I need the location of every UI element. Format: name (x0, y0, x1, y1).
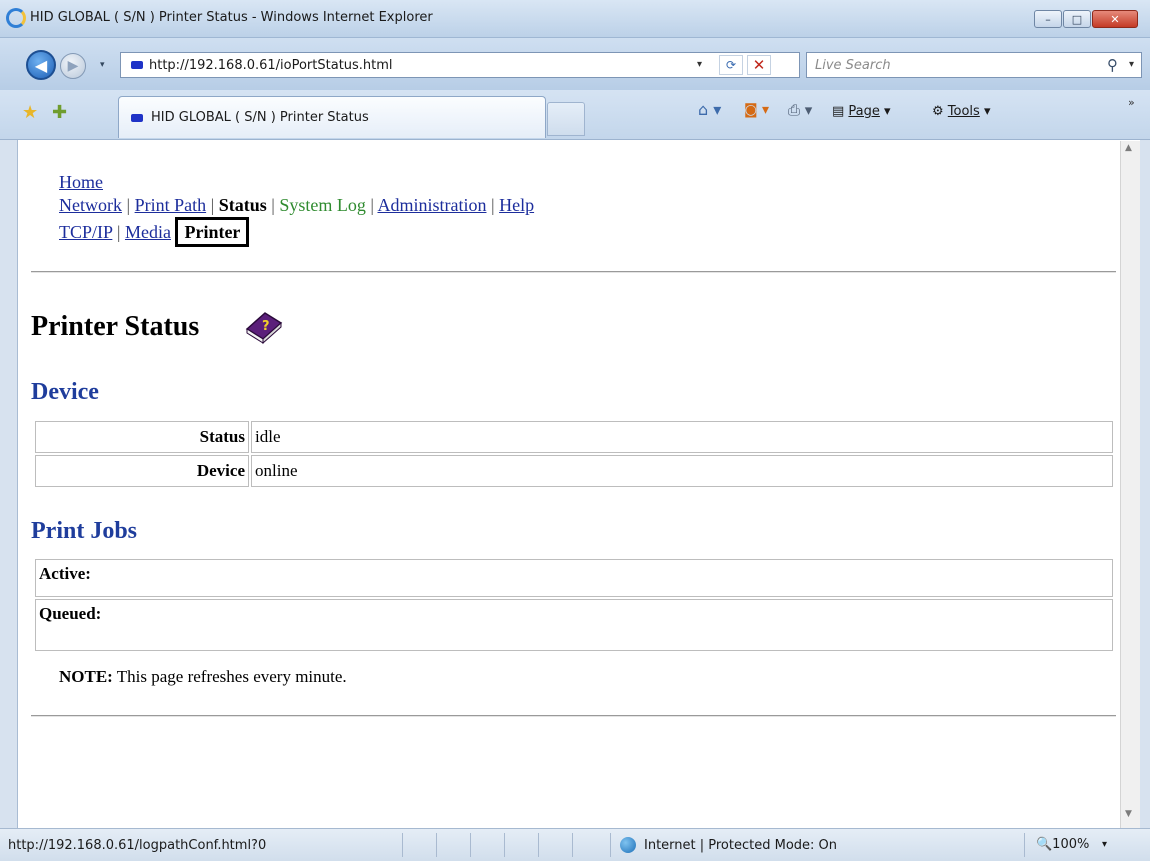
recent-pages-dropdown[interactable]: ▾ (100, 60, 105, 70)
tab-printer-status[interactable]: HID GLOBAL ( S/N ) Printer Status (118, 96, 546, 138)
page-navigation: Home Network | Print Path | Status | Sys… (59, 171, 534, 247)
jobs-active-label: Active: (35, 559, 1113, 597)
forward-button[interactable]: ▶ (60, 53, 86, 79)
refresh-button[interactable]: ⟳ (719, 55, 743, 75)
page-menu[interactable]: ▤ Page ▾ (832, 104, 891, 119)
note-text: This page refreshes every minute. (112, 667, 347, 686)
scroll-down-icon[interactable]: ▼ (1125, 809, 1132, 819)
maximize-button[interactable]: □ (1063, 10, 1091, 28)
status-bar: http://192.168.0.61/logpathConf.html?0 I… (0, 828, 1150, 861)
nav-separator: | (116, 222, 121, 242)
link-network[interactable]: Network (59, 195, 122, 215)
page-title: Printer Status (31, 311, 200, 342)
link-media[interactable]: Media (125, 222, 171, 242)
tab-label: HID GLOBAL ( S/N ) Printer Status (151, 110, 369, 125)
status-pane-divider (436, 833, 437, 857)
print-icon[interactable]: ⎙ ▾ (788, 101, 812, 119)
device-status-value: idle (251, 421, 1113, 453)
tools-menu-caret: ▾ (979, 104, 991, 119)
window-frame-right (1140, 140, 1150, 828)
close-button[interactable]: ✕ (1092, 10, 1138, 28)
feeds-icon[interactable]: ◙ ▾ (744, 102, 769, 118)
page-favicon-icon (131, 61, 143, 69)
nav-separator: | (210, 195, 215, 215)
new-tab-button[interactable] (547, 102, 585, 136)
link-help[interactable]: Help (499, 195, 534, 215)
status-pane-divider (610, 833, 611, 857)
window-frame-left (0, 140, 18, 828)
search-options-dropdown-icon[interactable]: ▾ (1129, 59, 1134, 70)
status-url: http://192.168.0.61/logpathConf.html?0 (8, 838, 267, 853)
window-title-bar: HID GLOBAL ( S/N ) Printer Status - Wind… (0, 0, 1150, 38)
nav-separator: | (271, 195, 275, 215)
address-url[interactable]: http://192.168.0.61/ioPortStatus.html (149, 58, 393, 73)
divider-bottom (31, 715, 1116, 717)
add-favorites-icon[interactable]: ✚ (52, 102, 67, 123)
page-menu-caret: ▾ (879, 104, 891, 119)
status-pane-divider (538, 833, 539, 857)
page-menu-icon: ▤ (832, 104, 849, 119)
link-home[interactable]: Home (59, 172, 103, 192)
table-row: Active: (35, 559, 1113, 597)
search-icon[interactable]: ⚲ (1107, 56, 1118, 74)
home-icon[interactable]: ⌂ ▾ (698, 100, 721, 119)
link-administration[interactable]: Administration (377, 195, 486, 215)
gear-icon: ⚙ (932, 104, 948, 119)
search-input[interactable]: Live Search (815, 58, 891, 73)
tab-bar: ★ ✚ HID GLOBAL ( S/N ) Printer Status ⌂ … (0, 90, 1150, 140)
device-device-key: Device (35, 455, 249, 487)
nav-separator: | (490, 195, 495, 215)
device-device-value: online (251, 455, 1113, 487)
print-jobs-table: Active: Queued: (33, 557, 1115, 653)
minimize-button[interactable]: – (1034, 10, 1062, 28)
device-table: Status idle Device online (33, 419, 1115, 489)
search-box[interactable]: Live Search ⚲ ▾ (806, 52, 1142, 78)
address-bar[interactable]: http://192.168.0.61/ioPortStatus.html ▾ … (120, 52, 800, 78)
page-content: Home Network | Print Path | Status | Sys… (19, 141, 1120, 828)
link-tcpip[interactable]: TCP/IP (59, 222, 112, 242)
link-system-log[interactable]: System Log (279, 195, 366, 215)
svg-text:?: ? (262, 319, 270, 334)
tab-favicon-icon (131, 114, 143, 122)
note-label: NOTE: (59, 667, 113, 686)
address-dropdown-icon[interactable]: ▾ (697, 59, 702, 70)
favorites-star-icon[interactable]: ★ (22, 102, 38, 123)
nav-status-current: Status (218, 195, 267, 215)
nav-printer-current: Printer (175, 217, 250, 247)
tools-menu[interactable]: ⚙ Tools ▾ (932, 104, 991, 119)
navigation-bar: ◀ ▶ ▾ http://192.168.0.61/ioPortStatus.h… (0, 38, 1150, 90)
divider-top (31, 271, 1116, 273)
status-pane-divider (402, 833, 403, 857)
stop-button[interactable]: ✕ (747, 55, 771, 75)
status-pane-divider (1024, 833, 1025, 857)
print-jobs-heading: Print Jobs (31, 518, 138, 544)
window-title: HID GLOBAL ( S/N ) Printer Status - Wind… (30, 10, 433, 25)
link-print-path[interactable]: Print Path (135, 195, 207, 215)
scroll-up-icon[interactable]: ▲ (1125, 143, 1132, 153)
security-zone[interactable]: Internet | Protected Mode: On (644, 838, 837, 853)
internet-zone-icon (620, 837, 636, 853)
back-button[interactable]: ◀ (26, 50, 56, 80)
ie-logo-icon (6, 8, 26, 28)
refresh-note: NOTE: This page refreshes every minute. (59, 667, 347, 687)
nav-separator: | (370, 195, 374, 215)
toolbar-overflow-icon[interactable]: » (1128, 96, 1135, 109)
status-pane-divider (504, 833, 505, 857)
device-status-key: Status (35, 421, 249, 453)
zoom-level[interactable]: 🔍100% (1036, 837, 1089, 852)
page-menu-label: Page (848, 104, 880, 119)
table-row: Device online (35, 455, 1113, 487)
table-row: Status idle (35, 421, 1113, 453)
help-book-icon[interactable]: ? (243, 309, 283, 345)
status-pane-divider (572, 833, 573, 857)
nav-separator: | (126, 195, 131, 215)
status-pane-divider (470, 833, 471, 857)
tools-menu-label: Tools (947, 104, 980, 119)
jobs-queued-label: Queued: (35, 599, 1113, 651)
vertical-scrollbar[interactable]: ▲ ▼ (1120, 141, 1140, 828)
table-row: Queued: (35, 599, 1113, 651)
zoom-dropdown-icon[interactable]: ▾ (1102, 839, 1107, 850)
device-heading: Device (31, 379, 99, 405)
